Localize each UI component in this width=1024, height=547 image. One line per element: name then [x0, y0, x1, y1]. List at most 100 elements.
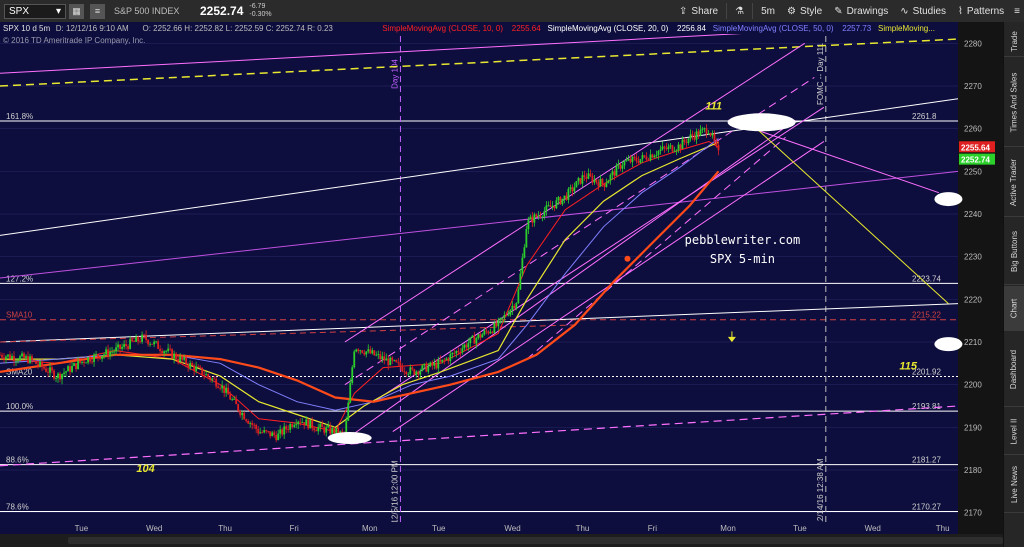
- candle-body: [275, 435, 278, 441]
- style-button[interactable]: ⚙ Style: [781, 0, 828, 22]
- candle-body: [441, 359, 444, 362]
- symbol-input[interactable]: SPX ▾: [4, 3, 66, 19]
- candle-body: [633, 156, 636, 158]
- scrollbar-thumb[interactable]: [68, 537, 1003, 544]
- candle-body: [149, 343, 152, 345]
- candle-body: [607, 180, 610, 184]
- candle-body: [413, 369, 416, 375]
- level-label-right: 2181.27: [912, 456, 941, 465]
- candle-body: [425, 363, 428, 372]
- candle-body: [181, 356, 184, 360]
- candle-body: [55, 377, 57, 379]
- candle-body: [73, 363, 75, 366]
- share-icon: ⇪: [679, 5, 688, 17]
- side-tab-live-news[interactable]: Live News: [1004, 456, 1024, 513]
- candle-body: [565, 195, 568, 200]
- candle-body: [681, 139, 684, 149]
- candle-body: [49, 367, 51, 373]
- time-scrollbar[interactable]: [0, 534, 1004, 547]
- settings-icon[interactable]: ▦: [69, 3, 84, 19]
- candle-body: [183, 357, 186, 360]
- candle-body: [523, 247, 526, 258]
- side-tab-chart[interactable]: Chart: [1004, 286, 1024, 331]
- candle-body: [229, 394, 232, 400]
- candle-body: [409, 367, 412, 374]
- candle-body: [359, 350, 362, 352]
- candle-body: [265, 430, 268, 432]
- interval-button[interactable]: 5m: [755, 0, 781, 22]
- candle-body: [95, 354, 97, 355]
- side-tab-big-buttons[interactable]: Big Buttons: [1004, 218, 1024, 285]
- y-tick-label: 2180: [964, 466, 982, 475]
- candle-body: [261, 432, 264, 434]
- y-tick-label: 2270: [964, 82, 982, 91]
- candle-body: [101, 356, 103, 359]
- side-tab-times-and-sales[interactable]: Times And Sales: [1004, 58, 1024, 147]
- level-label-left: 100.0%: [6, 402, 33, 411]
- y-tick-label: 2220: [964, 295, 982, 304]
- candle-body: [283, 426, 286, 435]
- candle-body: [287, 429, 290, 431]
- candle-body: [665, 147, 668, 150]
- candle-body: [597, 182, 600, 187]
- candle-body: [311, 420, 314, 429]
- candle-body: [131, 339, 133, 342]
- candle-body: [385, 358, 388, 361]
- chart-annotation: pebblewriter.com: [685, 233, 801, 247]
- candle-body: [203, 374, 206, 376]
- x-tick-label: Tue: [432, 524, 446, 533]
- vertical-marker-label: 12/5/16 12:00 PM: [390, 460, 399, 523]
- candle-body: [417, 371, 420, 375]
- symbol-text: SPX: [9, 5, 30, 17]
- candle-body: [113, 351, 115, 353]
- header-study-name: SimpleMovingAvg (CLOSE, 20, 0): [548, 24, 669, 33]
- share-button[interactable]: ⇪ Share: [673, 0, 724, 22]
- candle-body: [683, 139, 686, 143]
- patterns-icon: ⌇: [958, 5, 963, 17]
- y-tick-label: 2250: [964, 167, 982, 176]
- flask-button[interactable]: ⚗: [729, 0, 750, 22]
- candle-body: [715, 141, 718, 145]
- candle-body: [381, 356, 384, 360]
- candle-body: [209, 376, 212, 380]
- candle-body: [645, 156, 648, 160]
- candle-body: [399, 362, 402, 367]
- candle-body: [619, 164, 622, 169]
- side-tab-level-ii[interactable]: Level II: [1004, 408, 1024, 455]
- candle-body: [357, 349, 360, 352]
- side-panel: Trade Times And Sales Active Trader Big But…: [1003, 22, 1024, 547]
- candle-body: [47, 371, 49, 373]
- studies-button[interactable]: ∿ Studies: [894, 0, 952, 22]
- candle-body: [157, 341, 160, 349]
- candle-body: [651, 154, 654, 158]
- candle-body: [601, 178, 604, 184]
- toolbar-divider: [752, 3, 754, 19]
- drawings-button[interactable]: ✎ Drawings: [828, 0, 894, 22]
- side-tab-active-trader[interactable]: Active Trader: [1004, 148, 1024, 217]
- candle-body: [365, 351, 368, 355]
- candle-body: [191, 363, 194, 366]
- candle-body: [687, 138, 690, 144]
- candle-body: [673, 151, 676, 153]
- price-chart[interactable]: 161.8% 2261.8127.2% 2223.74SMA10 2215.22SMA…: [0, 22, 1004, 534]
- patterns-button[interactable]: ⌇ Patterns: [952, 0, 1010, 22]
- flask-icon: ⚗: [735, 5, 745, 17]
- candle-body: [545, 205, 548, 212]
- menu-button[interactable]: ≡: [1010, 0, 1024, 22]
- candle-body: [623, 161, 626, 166]
- menu-icon: ≡: [1014, 5, 1020, 17]
- candle-body: [493, 322, 496, 333]
- price-axis-background: [958, 22, 1004, 534]
- candle-body: [177, 359, 180, 362]
- candle-body: [521, 257, 524, 274]
- candle-body: [27, 356, 29, 363]
- side-tab-trade[interactable]: Trade: [1004, 26, 1024, 57]
- level-label-left: SMA10: [6, 311, 33, 320]
- side-tab-dashboard[interactable]: Dashboard: [1004, 332, 1024, 407]
- candle-body: [1, 354, 3, 358]
- link-icon[interactable]: ≡: [90, 3, 105, 19]
- y-tick-label: 2190: [964, 423, 982, 432]
- candle-body: [293, 425, 296, 427]
- chevron-down-icon: ▾: [55, 5, 61, 17]
- candle-body: [589, 173, 592, 177]
